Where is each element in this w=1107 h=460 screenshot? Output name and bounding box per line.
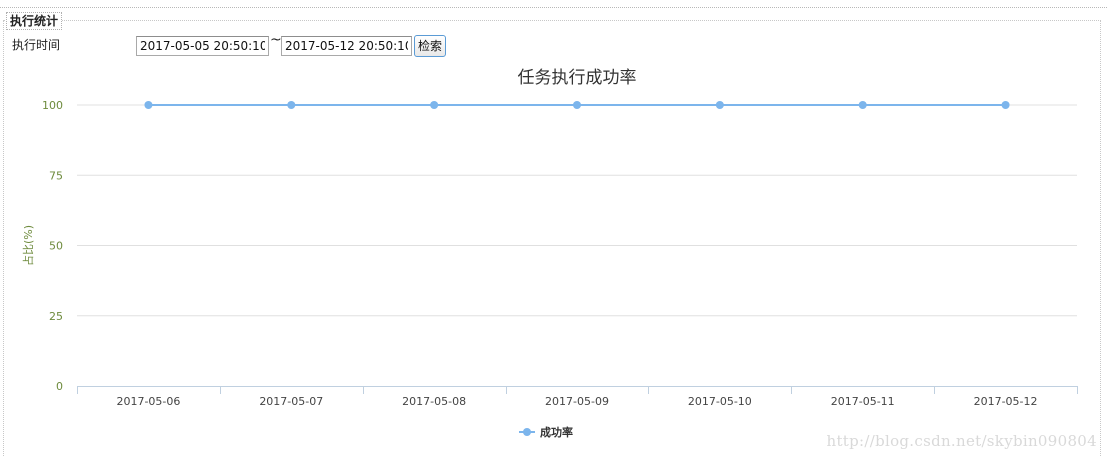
legend-marker xyxy=(523,428,531,436)
data-point xyxy=(715,101,724,109)
data-point xyxy=(1001,101,1010,109)
y-tick-label: 75 xyxy=(49,169,63,182)
y-tick-label: 100 xyxy=(42,99,63,112)
watermark-text: http://blog.csdn.net/skybin090804 xyxy=(826,432,1097,450)
y-tick-label: 0 xyxy=(56,380,63,393)
page: 执行统计 执行时间 ~ 检索 任务执行成功率0255075100占比(%)201… xyxy=(0,0,1107,460)
data-point xyxy=(573,101,581,109)
data-point xyxy=(144,101,153,109)
y-tick-label: 50 xyxy=(49,240,63,253)
x-tick-label: 2017-05-08 xyxy=(402,395,466,408)
x-tick-label: 2017-05-11 xyxy=(831,395,895,408)
x-tick-label: 2017-05-12 xyxy=(974,395,1038,408)
y-tick-label: 25 xyxy=(49,310,63,323)
legend-item-label: 成功率 xyxy=(540,425,573,439)
data-point xyxy=(287,101,296,109)
data-point xyxy=(430,101,439,109)
data-point xyxy=(858,101,867,109)
x-tick-label: 2017-05-07 xyxy=(259,395,323,408)
y-axis-title: 占比(%) xyxy=(21,225,35,266)
x-tick-label: 2017-05-10 xyxy=(688,395,752,408)
x-tick-label: 2017-05-06 xyxy=(116,395,180,408)
success-rate-chart: 任务执行成功率 0 25 50 75 100 占比(%) 2017-05-06 2017-05-… xyxy=(21,68,1078,439)
chart-title: 任务执行成功率 xyxy=(518,68,637,88)
x-tick-label: 2017-05-09 xyxy=(545,395,609,408)
